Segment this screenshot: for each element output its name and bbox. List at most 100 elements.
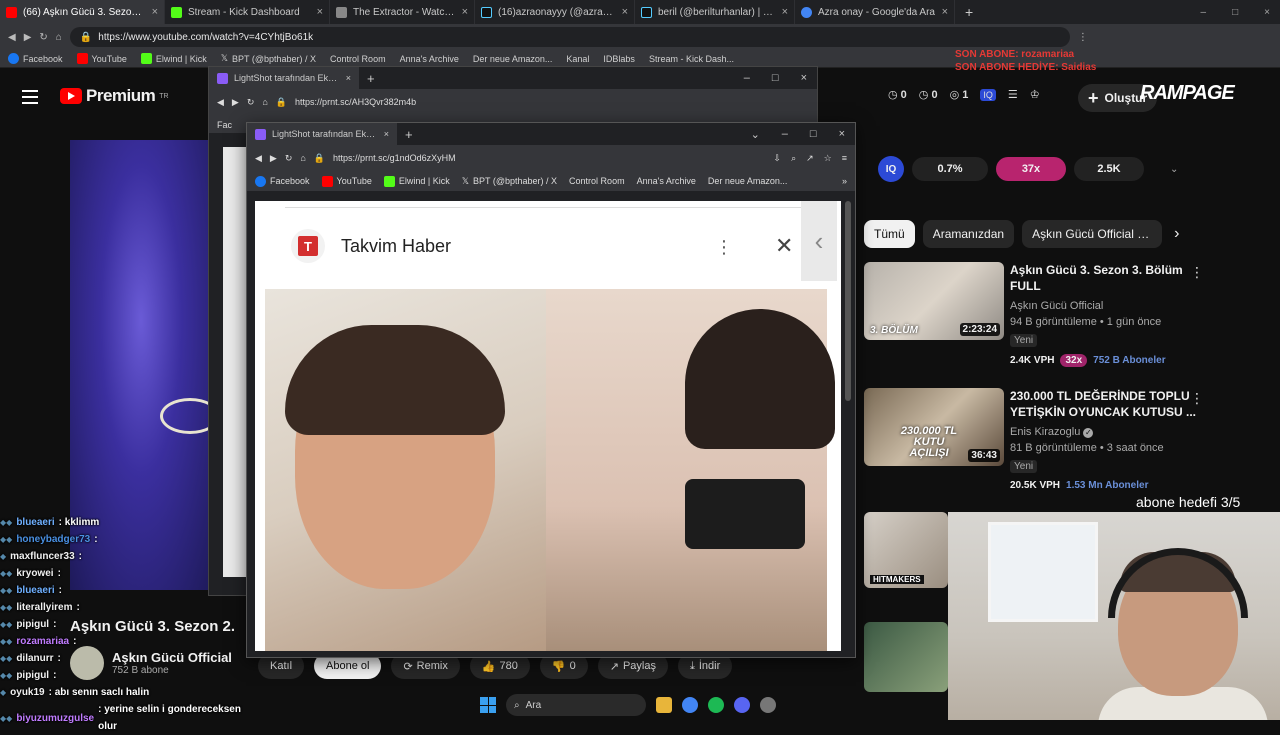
forward-icon[interactable]: ▶ [24, 32, 32, 43]
bookmark-idblabs[interactable]: IDBlabs [603, 54, 635, 64]
back-icon[interactable]: ◀ [217, 97, 224, 108]
recommended-video-2[interactable]: 230.000 TL KUTU AÇILIŞI 36:43 230.000 TL… [864, 388, 1254, 491]
extensions-icon[interactable]: ⋮ [1078, 32, 1088, 43]
more-options-icon[interactable]: ⋮ [1190, 390, 1204, 407]
close-icon[interactable]: × [942, 6, 948, 18]
bookmark-annas-archive[interactable]: Anna's Archive [637, 176, 696, 186]
bookmark-kick[interactable]: Elwind | Kick [140, 53, 207, 64]
tab-google[interactable]: Azra onay - Google'da Ara × [795, 0, 955, 24]
more-options-icon[interactable]: ⋮ [715, 237, 733, 258]
share-icon[interactable]: ↗ [806, 153, 814, 164]
bookmark-annas-archive[interactable]: Anna's Archive [400, 54, 459, 64]
chip-all[interactable]: Tümü [864, 220, 915, 248]
close-icon[interactable]: × [384, 129, 389, 139]
list-icon[interactable]: ☰ [1008, 88, 1018, 101]
close-icon[interactable]: × [622, 6, 628, 18]
new-tab-icon[interactable]: + [405, 127, 413, 142]
chevron-down-icon[interactable]: ⌄ [751, 128, 760, 141]
close-icon[interactable]: × [782, 6, 788, 18]
video-title[interactable]: 230.000 TL DEĞERİNDE TOPLU YETİŞKİN OYUN… [1010, 388, 1200, 420]
more-bookmarks-icon[interactable]: » [842, 176, 847, 186]
menu-icon[interactable]: ≡ [842, 153, 847, 164]
close-icon[interactable]: ✕ [775, 233, 793, 259]
bookmark-amazon[interactable]: Der neue Amazon... [473, 54, 553, 64]
video-title[interactable]: Aşkın Gücü 3. Sezon 3. Bölüm FULL [1010, 262, 1200, 294]
video-thumbnail[interactable]: 230.000 TL KUTU AÇILIŞI 36:43 [864, 388, 1004, 466]
url-text[interactable]: https://prnt.sc/AH3Qvr382m4b [295, 97, 495, 107]
home-icon[interactable]: ⌂ [56, 32, 62, 43]
maximize-icon[interactable]: □ [772, 72, 779, 84]
more-options-icon[interactable]: ⋮ [1190, 264, 1204, 281]
video-thumbnail[interactable]: 3. BÖLÜM 2:23:24 [864, 262, 1004, 340]
chrome-icon[interactable] [682, 697, 698, 713]
tab-lightshot[interactable]: LightShot tarafından Ekran Görü × [247, 123, 397, 145]
tab-tiktok-beril[interactable]: beril (@berilturhanlar) | TikTok × [635, 0, 795, 24]
chip-from-search[interactable]: Aramanızdan [922, 220, 1015, 248]
tab-kick[interactable]: Stream - Kick Dashboard × [165, 0, 330, 24]
url-field[interactable]: 🔒 https://www.youtube.com/watch?v=4CYhtj… [69, 27, 1070, 47]
tab-tiktok-azra[interactable]: (16)azraonayyy (@azraonayyy) | × [475, 0, 635, 24]
iq-ext-icon[interactable]: IQ [980, 88, 996, 101]
chip-channel[interactable]: Aşkın Gücü Official adlı y [1022, 220, 1163, 248]
close-window-icon[interactable]: × [1264, 7, 1270, 18]
tab-lightshot[interactable]: LightShot tarafından Ekran Görü × [209, 67, 359, 89]
close-icon[interactable]: × [317, 6, 323, 18]
bookmark-kick[interactable]: Elwind | Kick [383, 175, 450, 187]
video-channel[interactable]: Enis Kirazoglu ✓ [1010, 424, 1200, 440]
maximize-icon[interactable]: □ [810, 128, 817, 141]
close-window-icon[interactable]: × [839, 128, 845, 141]
forward-icon[interactable]: ▶ [270, 153, 277, 164]
hamburger-menu-icon[interactable] [22, 90, 38, 108]
close-icon[interactable]: × [152, 6, 158, 18]
minimize-icon[interactable]: – [744, 72, 750, 84]
bookmark-star-icon[interactable]: ☆ [824, 153, 832, 164]
recommended-video-3-thumbnail[interactable]: HITMAKERS [864, 512, 948, 588]
close-icon[interactable]: × [346, 73, 351, 83]
bookmark-amazon[interactable]: Der neue Amazon... [708, 176, 788, 186]
tab-youtube[interactable]: (66) Aşkın Gücü 3. Sezon 2. Bölü × [0, 0, 165, 24]
new-tab-icon[interactable]: + [367, 71, 375, 86]
tab-extractor[interactable]: The Extractor - Watch clips o × [330, 0, 475, 24]
file-explorer-icon[interactable] [656, 697, 672, 713]
bookmark-facebook[interactable]: Facebook [8, 53, 63, 64]
home-icon[interactable]: ⌂ [262, 97, 267, 107]
taskbar-search[interactable]: ⌕ Ara [506, 694, 646, 716]
bookmark-kanal[interactable]: Kanal [566, 54, 589, 64]
bookmark-kick-dash[interactable]: Stream - Kick Dash... [649, 54, 734, 64]
bookmark-youtube[interactable]: YouTube [321, 175, 372, 187]
bookmark-x[interactable]: 𝕏 BPT (@bpthaber) / X [462, 176, 557, 187]
maximize-icon[interactable]: □ [1232, 7, 1238, 18]
discord-icon[interactable] [734, 697, 750, 713]
close-icon[interactable]: × [462, 6, 468, 18]
recommended-video-1[interactable]: 3. BÖLÜM 2:23:24 Aşkın Gücü 3. Sezon 3. … [864, 262, 1254, 367]
minimize-icon[interactable]: – [782, 128, 788, 141]
bookmark-x[interactable]: 𝕏 BPT (@bpthaber) / X [221, 53, 316, 64]
windows-start-icon[interactable] [480, 697, 496, 713]
bookmark-youtube[interactable]: YouTube [76, 53, 127, 64]
minimize-icon[interactable]: – [1201, 7, 1207, 18]
reload-icon[interactable]: ↻ [285, 153, 293, 164]
bookmark-control-room[interactable]: Control Room [330, 54, 386, 64]
close-window-icon[interactable]: × [801, 72, 807, 84]
recommended-video-4-thumbnail[interactable] [864, 622, 948, 692]
spotify-icon[interactable] [708, 697, 724, 713]
install-icon[interactable]: ⇩ [774, 153, 782, 164]
settings-icon[interactable] [760, 697, 776, 713]
video-channel[interactable]: Aşkın Gücü Official [1010, 298, 1200, 314]
back-icon[interactable]: ◀ [8, 32, 16, 43]
reload-icon[interactable]: ↻ [247, 97, 255, 108]
home-icon[interactable]: ⌂ [300, 153, 305, 163]
forward-icon[interactable]: ▶ [232, 97, 239, 108]
bookmark-control-room[interactable]: Control Room [569, 176, 625, 186]
trophy-icon[interactable]: ♔ [1030, 88, 1040, 101]
url-text[interactable]: https://prnt.sc/g1ndOd6zXyHM [333, 153, 533, 163]
chevron-left-icon[interactable]: ‹ [801, 201, 837, 281]
zoom-icon[interactable]: ⌕ [791, 153, 796, 164]
chevron-down-icon[interactable]: ⌄ [1170, 164, 1178, 175]
bookmark-facebook[interactable]: Facebook [255, 175, 310, 187]
reload-icon[interactable]: ↻ [39, 32, 47, 43]
new-tab-icon[interactable]: + [965, 4, 973, 20]
youtube-logo[interactable]: Premium TR [60, 86, 169, 106]
chevron-right-icon[interactable]: › [1174, 225, 1179, 243]
scrollbar[interactable] [845, 201, 851, 401]
